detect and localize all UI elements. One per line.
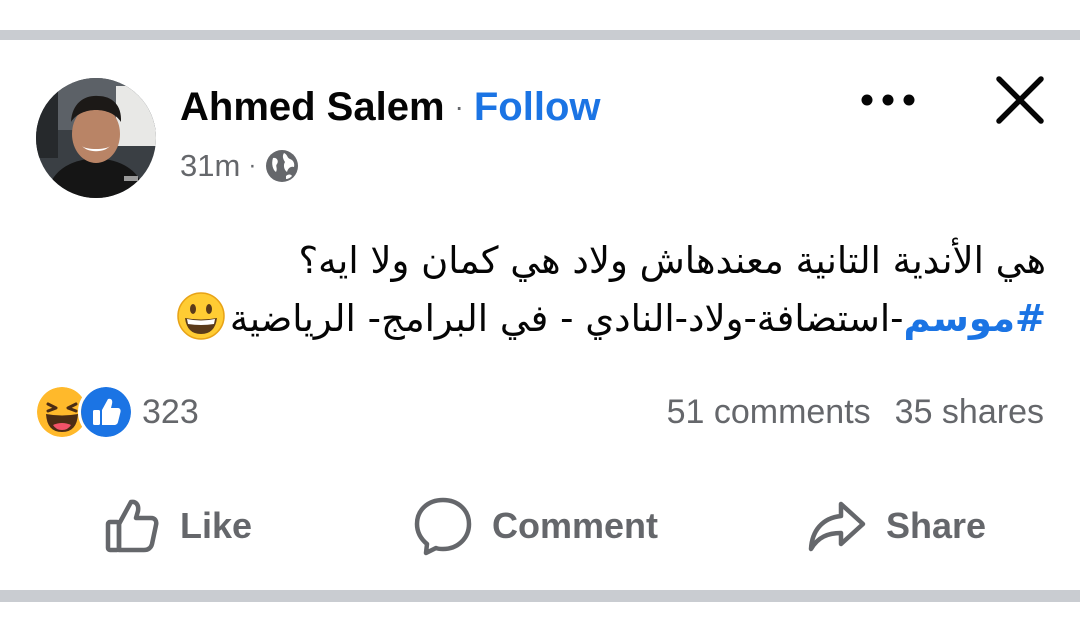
share-button-label: Share (886, 505, 987, 546)
post-action-bar: Like Comment Share (0, 490, 1080, 562)
top-divider (0, 30, 1080, 40)
post-body: هي الأندية التانية معندهاش ولاد هي كمان … (90, 232, 1046, 348)
post-text-line: هي الأندية التانية معندهاش ولاد هي كمان … (298, 239, 1046, 282)
share-button[interactable]: Share (806, 490, 986, 562)
globe-icon[interactable] (264, 148, 300, 184)
post-meta: 31m · (180, 144, 300, 188)
comment-bubble-icon (414, 497, 472, 556)
grinning-face-emoji (177, 292, 225, 340)
share-arrow-icon (808, 501, 866, 552)
reaction-count: 323 (142, 392, 199, 431)
author-avatar[interactable] (36, 78, 156, 198)
close-icon (996, 76, 1044, 124)
engagement-stats: 51 comments 35 shares (667, 386, 1044, 438)
close-button[interactable] (984, 68, 1056, 132)
comments-count-link[interactable]: 51 comments (667, 393, 871, 432)
post-text-line: #موسم-استضافة-ولاد-النادي - في البرامج- … (90, 290, 1046, 348)
like-reaction-icon (78, 384, 134, 440)
more-options-button[interactable] (852, 80, 924, 120)
author-row: Ahmed Salem · Follow (180, 80, 601, 134)
author-name[interactable]: Ahmed Salem (180, 85, 445, 130)
thumbs-up-icon (105, 499, 159, 553)
separator-dot: · (454, 91, 464, 122)
follow-button[interactable]: Follow (474, 85, 601, 130)
comment-button-label: Comment (492, 505, 659, 546)
bottom-divider (0, 590, 1080, 602)
hashtag-link[interactable]: #موسم (903, 297, 1046, 340)
shares-count-link[interactable]: 35 shares (895, 393, 1044, 432)
like-button[interactable]: Like (102, 490, 252, 562)
reactions-summary[interactable]: 323 (34, 384, 199, 440)
post-timestamp[interactable]: 31m (180, 148, 240, 184)
post-text-fragment: -استضافة-ولاد-النادي - في البرامج- الريا… (229, 297, 904, 340)
separator-dot: · (248, 152, 257, 179)
more-horizontal-icon (861, 94, 915, 106)
comment-button[interactable]: Comment (412, 490, 658, 562)
like-button-label: Like (180, 505, 253, 546)
